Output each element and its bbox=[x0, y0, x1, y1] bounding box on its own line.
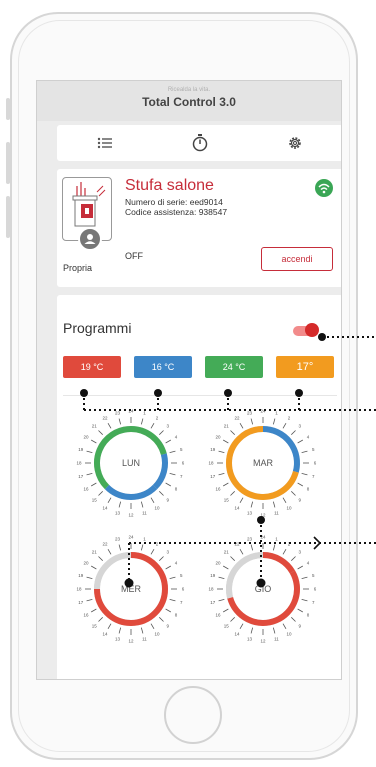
home-button[interactable] bbox=[164, 686, 222, 744]
annotation-overlay bbox=[80, 333, 376, 588]
